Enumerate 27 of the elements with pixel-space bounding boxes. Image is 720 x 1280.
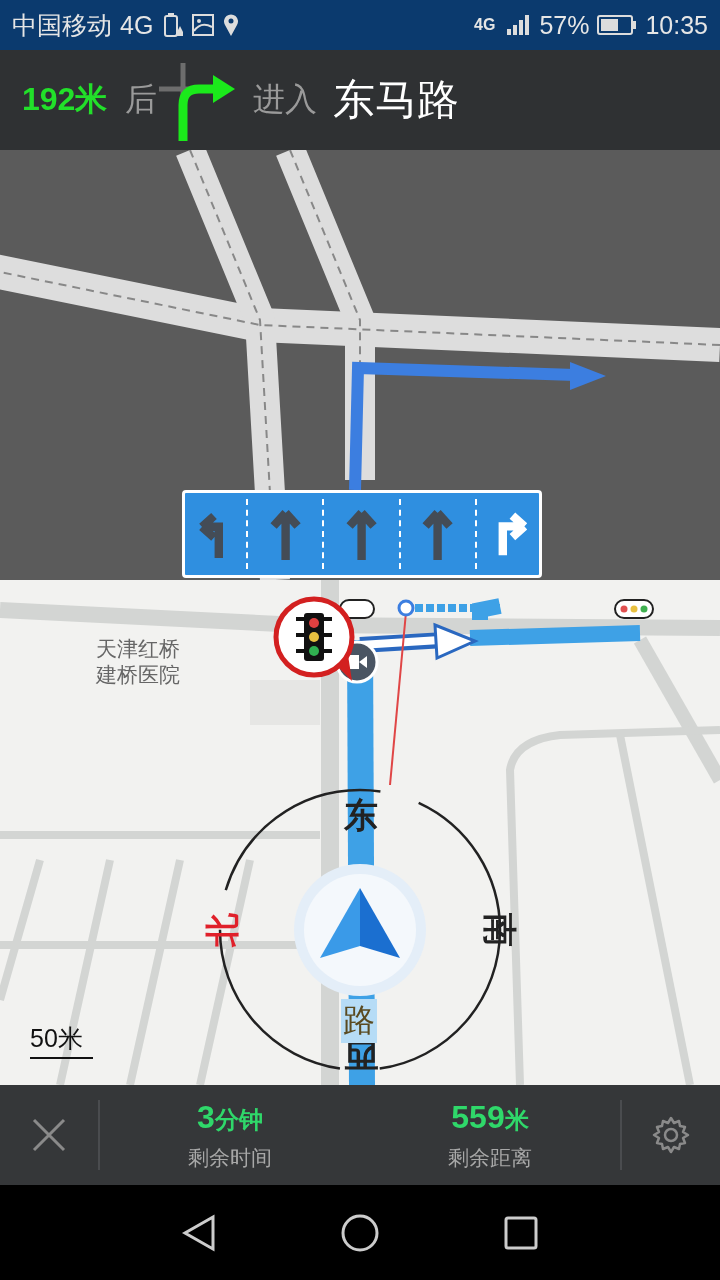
clock-time: 10:35 xyxy=(645,10,708,40)
after-label: 后 xyxy=(125,80,158,119)
carrier-name: 中国移动 xyxy=(12,9,112,41)
back-icon xyxy=(181,1212,218,1253)
close-icon xyxy=(31,1117,67,1153)
data-network-type: 4G xyxy=(474,16,496,34)
network-type: 4G xyxy=(120,10,154,40)
map-scale: 50米 xyxy=(30,1022,93,1059)
recent-apps-icon xyxy=(502,1214,539,1251)
remaining-distance-label: 剩余距离 xyxy=(448,1144,532,1171)
home-icon xyxy=(340,1212,380,1253)
action-label: 进入 xyxy=(253,80,318,119)
settings-icon xyxy=(651,1115,691,1155)
compass-south-label: 南 xyxy=(480,912,520,949)
road-name-label: 路 xyxy=(341,999,377,1043)
next-road-name: 东马路 xyxy=(333,75,460,125)
battery-icon xyxy=(597,14,638,36)
compass-north-label: 北 xyxy=(202,912,242,949)
turn-distance: 192米 xyxy=(22,80,108,119)
remaining-time-value: 3分钟 xyxy=(197,1098,263,1136)
poi-label: 天津红桥建桥医院 xyxy=(96,636,181,689)
image-icon xyxy=(191,13,216,37)
battery-alert-icon xyxy=(161,12,184,38)
battery-percent: 57% xyxy=(539,10,590,40)
remaining-distance-value: 559米 xyxy=(451,1098,529,1136)
remaining-time-label: 剩余时间 xyxy=(188,1144,272,1171)
location-pin-icon xyxy=(223,13,240,37)
